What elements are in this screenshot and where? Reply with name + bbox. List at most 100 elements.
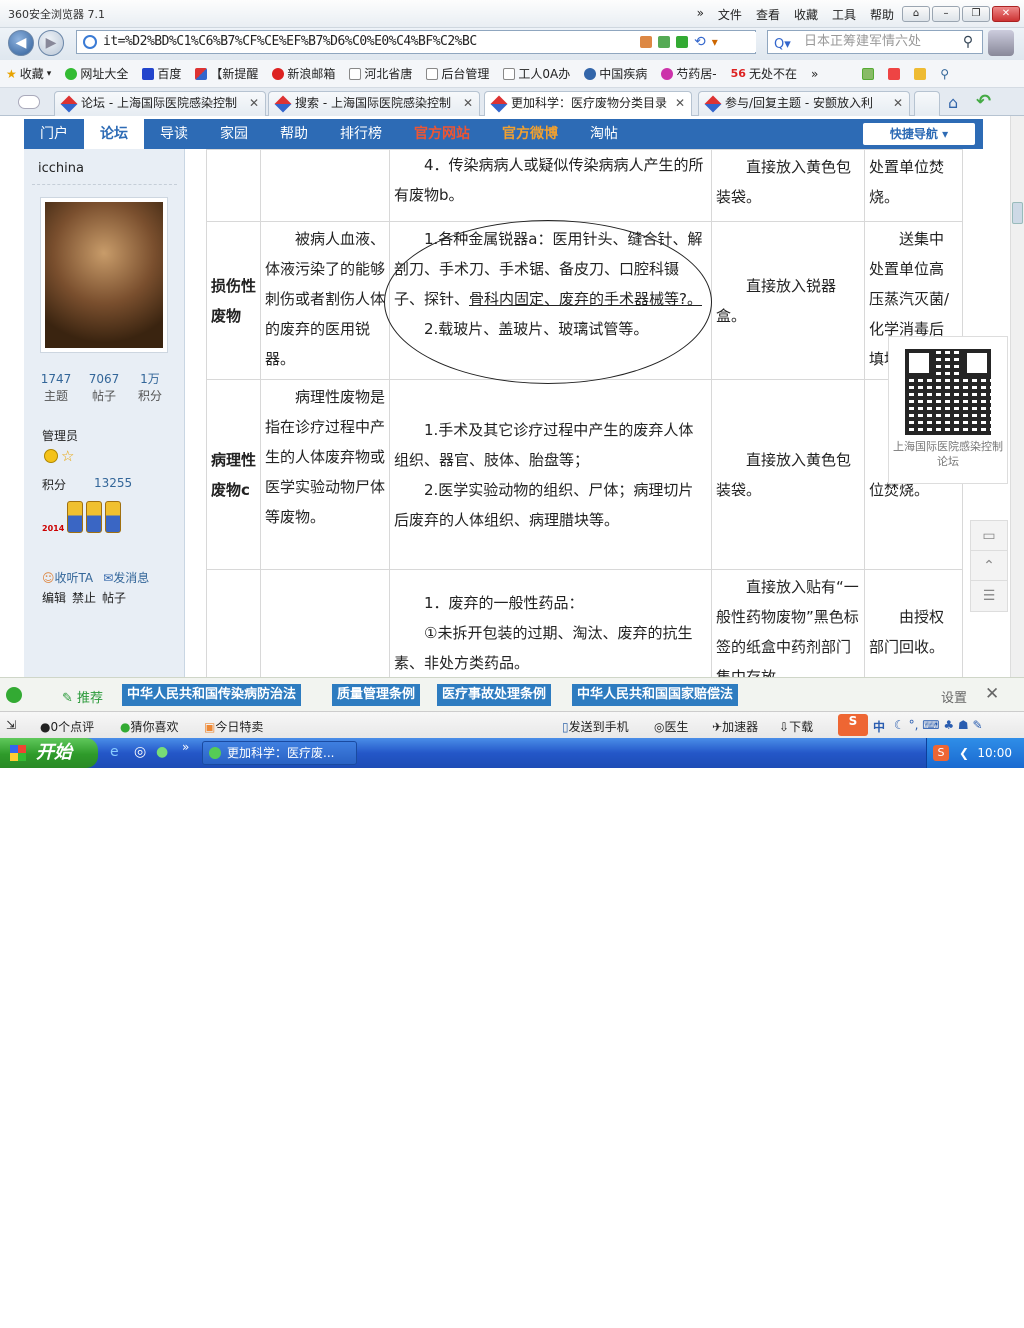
compat-icon[interactable] <box>640 36 652 48</box>
bookmark-item[interactable]: 56 无处不在 <box>731 65 797 82</box>
nav-home[interactable]: 家园 <box>204 119 264 149</box>
close-tab-icon[interactable]: ✕ <box>893 92 903 115</box>
back-to-top-icon[interactable]: ⌃ <box>971 551 1007 581</box>
nav-portal[interactable]: 门户 <box>24 119 84 149</box>
admin-ban-link[interactable]: 禁止 <box>72 589 96 606</box>
nav-forum[interactable]: 论坛 <box>84 119 144 149</box>
nav-taotie[interactable]: 淘帖 <box>574 119 634 149</box>
doctor-item[interactable]: ◎医生 <box>654 718 689 735</box>
admin-posts-link[interactable]: 帖子 <box>102 589 126 606</box>
user-avatar-icon[interactable] <box>988 30 1014 56</box>
ime-tools[interactable]: ☾ °, ⌨ ♣ ☗ ✎ <box>894 718 983 732</box>
send-phone-item[interactable]: ▯发送到手机 <box>562 718 629 735</box>
minimize-button[interactable]: – <box>932 6 960 22</box>
nav-official-site[interactable]: 官方网站 <box>398 119 486 149</box>
guess-item[interactable]: ●猜你喜欢 <box>120 718 179 735</box>
reviews-item[interactable]: ●0个点评 <box>40 718 94 735</box>
message-button[interactable]: ✉发消息 <box>103 569 149 586</box>
close-tab-icon[interactable]: ✕ <box>675 92 685 115</box>
download-item[interactable]: ⇩下载 <box>779 718 813 735</box>
taskbar-item[interactable]: 更加科学：医疗废... <box>202 741 357 765</box>
back-button[interactable]: ◀ <box>8 30 34 56</box>
scroll-thumb[interactable] <box>1012 202 1023 224</box>
recommend-settings[interactable]: 设置 <box>941 687 967 706</box>
tab-reply[interactable]: 参与/回复主题 - 安颤放入利 ✕ <box>698 91 910 116</box>
zoom-icon[interactable]: ⚲ <box>940 67 949 81</box>
sogou-icon[interactable]: S <box>838 714 868 736</box>
stat-topics[interactable]: 1747 主题 <box>36 371 76 405</box>
dropdown-icon[interactable]: ▾ <box>712 35 718 49</box>
ie-icon[interactable]: e <box>110 744 119 760</box>
tab-current[interactable]: 更加科学：医疗废物分类目录 ✕ <box>484 91 692 116</box>
start-button[interactable]: 开始 <box>0 738 98 768</box>
search-engine-icon[interactable]: Q▾ <box>774 34 791 56</box>
nav-help[interactable]: 帮助 <box>264 119 324 149</box>
undo-close-icon[interactable]: ↶ <box>976 91 991 112</box>
bookmark-more[interactable]: » <box>811 67 818 81</box>
bookmark-item[interactable]: 百度 <box>142 65 181 82</box>
bookmark-item[interactable]: 芍药居- <box>661 65 717 82</box>
tab-forum[interactable]: 论坛 - 上海国际医院感染控制 ✕ <box>54 91 266 116</box>
nav-official-weibo[interactable]: 官方微博 <box>486 119 574 149</box>
menu-more[interactable]: » <box>697 6 704 23</box>
close-tab-icon[interactable]: ✕ <box>463 92 473 115</box>
menu-tools[interactable]: 工具 <box>832 6 856 23</box>
menu-favorites[interactable]: 收藏 <box>794 6 818 23</box>
maximize-button[interactable]: ❐ <box>962 6 990 22</box>
bookmark-item[interactable]: 新浪邮箱 <box>272 65 335 82</box>
close-window-button[interactable]: ✕ <box>992 6 1020 22</box>
follow-button[interactable]: ☺收听TA <box>42 569 93 586</box>
ring-icon[interactable] <box>6 687 22 703</box>
qr-code-icon[interactable] <box>905 349 991 435</box>
menu-view[interactable]: 查看 <box>756 6 780 23</box>
recommend-tag[interactable]: 中华人民共和国国家赔偿法 <box>572 684 739 706</box>
skin-icon[interactable]: ⌂ <box>902 6 930 22</box>
more-icon[interactable]: » <box>182 740 189 754</box>
recommend-tag[interactable]: 质量管理条例 <box>332 684 421 706</box>
qrcode-icon[interactable] <box>658 36 670 48</box>
menu-file[interactable]: 文件 <box>718 6 742 23</box>
cloud-icon[interactable] <box>18 95 40 109</box>
bookmark-item[interactable]: 网址大全 <box>65 65 128 82</box>
360-icon[interactable]: ● <box>156 744 168 760</box>
bookmark-item[interactable]: 河北省唐 <box>349 65 412 82</box>
reload-icon[interactable]: ⟲ <box>694 34 706 50</box>
menu-help[interactable]: 帮助 <box>870 6 894 23</box>
sogou-tray-icon[interactable]: S <box>933 745 949 761</box>
forward-button[interactable]: ▶ <box>38 30 64 56</box>
stat-points[interactable]: 1万 积分 <box>130 371 170 405</box>
accelerator-item[interactable]: ✈加速器 <box>712 718 758 735</box>
screenshot-icon[interactable] <box>914 67 927 80</box>
bookmark-item[interactable]: 工人0A办 <box>503 65 570 82</box>
vertical-scrollbar[interactable] <box>1010 116 1024 677</box>
recommend-tag[interactable]: 中华人民共和国传染病防治法 <box>122 684 302 706</box>
new-tab-button[interactable] <box>914 91 940 116</box>
quick-nav-button[interactable]: 快捷导航 ▾ <box>863 123 975 145</box>
tab-search[interactable]: 搜索 - 上海国际医院感染控制 ✕ <box>268 91 480 116</box>
medal-icon[interactable] <box>105 501 122 533</box>
stat-posts[interactable]: 7067 帖子 <box>84 371 124 405</box>
bookmark-item[interactable]: 中国疾病 <box>584 65 647 82</box>
login-icon[interactable]: ⇲ <box>6 718 16 732</box>
close-recommend-icon[interactable]: ✕ <box>985 684 999 704</box>
medal-icon[interactable] <box>86 501 103 533</box>
ime-mode[interactable]: 中 <box>873 718 885 735</box>
bookmark-favorites[interactable]: ★ 收藏 ▾ <box>6 65 51 82</box>
close-tab-icon[interactable]: ✕ <box>249 92 259 115</box>
search-icon[interactable]: ⚲ <box>957 31 979 53</box>
admin-edit-link[interactable]: 编辑 <box>42 589 66 606</box>
nav-ranking[interactable]: 排行榜 <box>324 119 398 149</box>
translate-icon[interactable] <box>888 67 901 80</box>
refresh-icon[interactable] <box>676 36 688 48</box>
nav-guide[interactable]: 导读 <box>144 119 204 149</box>
browser-icon[interactable]: ◎ <box>134 744 146 760</box>
recommend-tag[interactable]: 医疗事故处理条例 <box>437 684 552 706</box>
medal-icon[interactable] <box>67 501 84 533</box>
bookmark-item[interactable]: 【新提醒 <box>195 65 258 82</box>
search-input[interactable]: Q▾ 日本正筹建军情六处 <box>767 30 983 54</box>
chevron-icon[interactable]: ❮ <box>959 738 969 768</box>
list-icon[interactable]: ☰ <box>971 581 1007 611</box>
home-icon[interactable]: ⌂ <box>948 93 958 112</box>
deals-item[interactable]: ▣今日特卖 <box>204 718 263 735</box>
avatar[interactable] <box>40 197 168 353</box>
